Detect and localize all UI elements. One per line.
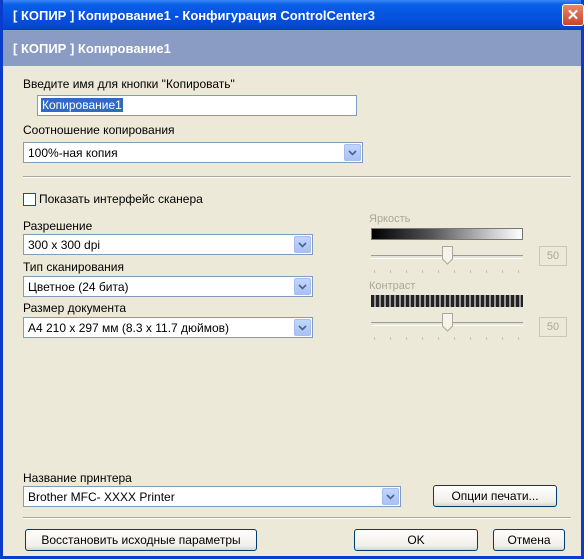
button-name-value: Копирование1 <box>41 98 123 112</box>
contrast-ticks <box>371 337 523 341</box>
button-name-label: Введите имя для кнопки "Копировать" <box>23 77 235 91</box>
button-name-input[interactable]: Копирование1 <box>37 95 357 116</box>
show-scanner-ui-label: Показать интерфейс сканера <box>39 192 203 206</box>
resolution-select[interactable]: 300 x 300 dpi <box>23 234 313 255</box>
brightness-gradient <box>371 228 523 240</box>
scan-type-label: Тип сканирования <box>23 260 124 274</box>
close-icon: ✕ <box>566 7 580 24</box>
window-title: [ КОПИР ] Копирование1 - Конфигурация Co… <box>13 7 375 23</box>
resolution-value: 300 x 300 dpi <box>28 238 101 252</box>
document-size-select[interactable]: A4 210 x 297 мм (8.3 x 11.7 дюймов) <box>23 317 313 338</box>
scan-type-select[interactable]: Цветное (24 бита) <box>23 276 313 297</box>
printer-label: Название принтера <box>23 471 132 485</box>
chevron-down-icon[interactable] <box>294 278 311 295</box>
divider <box>23 176 571 178</box>
contrast-value-box[interactable]: 50 <box>539 317 567 337</box>
contrast-slider-thumb[interactable] <box>442 313 453 332</box>
document-size-value: A4 210 x 297 мм (8.3 x 11.7 дюймов) <box>28 321 230 335</box>
copy-ratio-label: Соотношение копирования <box>23 123 175 137</box>
contrast-value: 50 <box>546 321 560 333</box>
show-scanner-ui-checkbox[interactable] <box>23 193 36 206</box>
settings-panel: Введите имя для кнопки "Копировать" Копи… <box>21 74 573 551</box>
brightness-ticks <box>371 270 523 274</box>
chevron-down-icon[interactable] <box>344 144 361 161</box>
brightness-slider-thumb[interactable] <box>442 246 453 265</box>
copy-ratio-select[interactable]: 100%-ная копия <box>23 142 363 163</box>
print-options-button[interactable]: Опции печати... <box>433 485 557 507</box>
section-header: [ КОПИР ] Копирование1 <box>3 30 581 66</box>
copy-ratio-value: 100%-ная копия <box>28 146 118 160</box>
cancel-label: Отмена <box>507 533 551 547</box>
chevron-down-icon[interactable] <box>294 319 311 336</box>
cancel-button[interactable]: Отмена <box>493 529 565 551</box>
printer-select[interactable]: Brother MFC- XXXX Printer <box>23 486 401 507</box>
chevron-down-icon[interactable] <box>294 236 311 253</box>
print-options-label: Опции печати... <box>451 489 539 503</box>
brightness-value-box[interactable]: 50 <box>539 246 567 266</box>
ok-label: OK <box>407 533 425 547</box>
ok-button[interactable]: OK <box>354 529 478 551</box>
chevron-down-icon[interactable] <box>382 488 399 505</box>
restore-defaults-label: Восстановить исходные параметры <box>41 533 241 547</box>
section-header-label: [ КОПИР ] Копирование1 <box>13 40 171 56</box>
scan-type-value: Цветное (24 бита) <box>28 280 129 294</box>
close-button[interactable]: ✕ <box>562 4 584 26</box>
document-size-label: Размер документа <box>23 301 127 315</box>
brightness-value: 50 <box>546 250 560 262</box>
dialog-window: [ КОПИР ] Копирование1 - Конфигурация Co… <box>0 0 584 559</box>
contrast-pattern <box>371 295 523 307</box>
resolution-label: Разрешение <box>23 219 93 233</box>
restore-defaults-button[interactable]: Восстановить исходные параметры <box>25 529 257 551</box>
divider <box>23 517 571 519</box>
contrast-label: Контраст <box>369 280 416 292</box>
title-bar[interactable]: [ КОПИР ] Копирование1 - Конфигурация Co… <box>3 0 584 30</box>
brightness-label: Яркость <box>369 213 411 225</box>
printer-value: Brother MFC- XXXX Printer <box>28 490 175 504</box>
